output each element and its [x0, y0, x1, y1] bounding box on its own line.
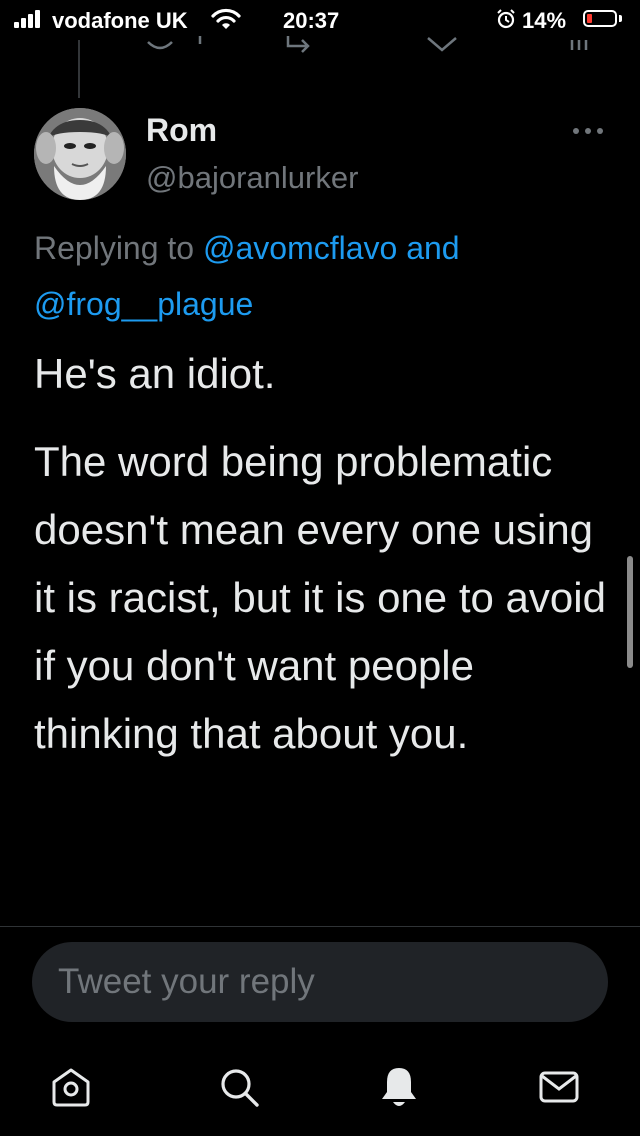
more-options-icon[interactable] [570, 124, 606, 138]
home-icon [52, 1068, 90, 1107]
reply-placeholder: Tweet your reply [58, 962, 315, 1001]
tab-search[interactable] [214, 1062, 264, 1112]
stats-icon[interactable] [566, 36, 596, 56]
signal-icon [14, 10, 44, 28]
tab-messages[interactable] [534, 1062, 584, 1112]
battery-percent: 14% [522, 8, 567, 33]
mention-avomcflavo[interactable]: @avomcflavo [203, 230, 397, 266]
alarm-icon [497, 9, 515, 29]
tab-bar [0, 1050, 640, 1136]
mention-frog-plague[interactable]: @frog__plague [34, 286, 253, 322]
battery-cap [619, 15, 622, 22]
clock-time: 20:37 [283, 8, 340, 33]
thread-line [78, 40, 80, 98]
divider [0, 926, 640, 927]
tweet-body: He's an idiot. The word being problemati… [34, 340, 614, 768]
reply-icon[interactable] [144, 36, 204, 56]
author-name[interactable]: Rom [146, 112, 217, 149]
search-icon [221, 1069, 259, 1107]
tweet-paragraph: The word being problematic doesn't mean … [34, 438, 606, 757]
battery-icon [583, 10, 617, 27]
like-icon[interactable] [424, 36, 464, 56]
messages-icon [539, 1071, 579, 1103]
avatar[interactable] [34, 108, 126, 200]
replying-to: Replying to @avomcflavo and @frog__plagu… [34, 220, 614, 332]
wifi-icon [211, 8, 241, 29]
tab-notifications[interactable] [374, 1062, 424, 1112]
reply-input[interactable]: Tweet your reply [32, 942, 608, 1022]
tweet-paragraph: He's an idiot. [34, 350, 276, 397]
notifications-icon [382, 1068, 416, 1106]
previous-tweet-actions [0, 36, 640, 56]
author-handle[interactable]: @bajoranlurker [146, 160, 358, 196]
status-bar: vodafone UK 20:37 14% [0, 0, 640, 40]
replying-prefix: Replying to [34, 230, 195, 266]
retweet-icon[interactable] [284, 36, 324, 56]
tab-home[interactable] [46, 1062, 96, 1112]
replying-joiner: and [406, 230, 460, 266]
scrollbar[interactable] [627, 556, 633, 668]
carrier-name: vodafone UK [52, 8, 188, 33]
